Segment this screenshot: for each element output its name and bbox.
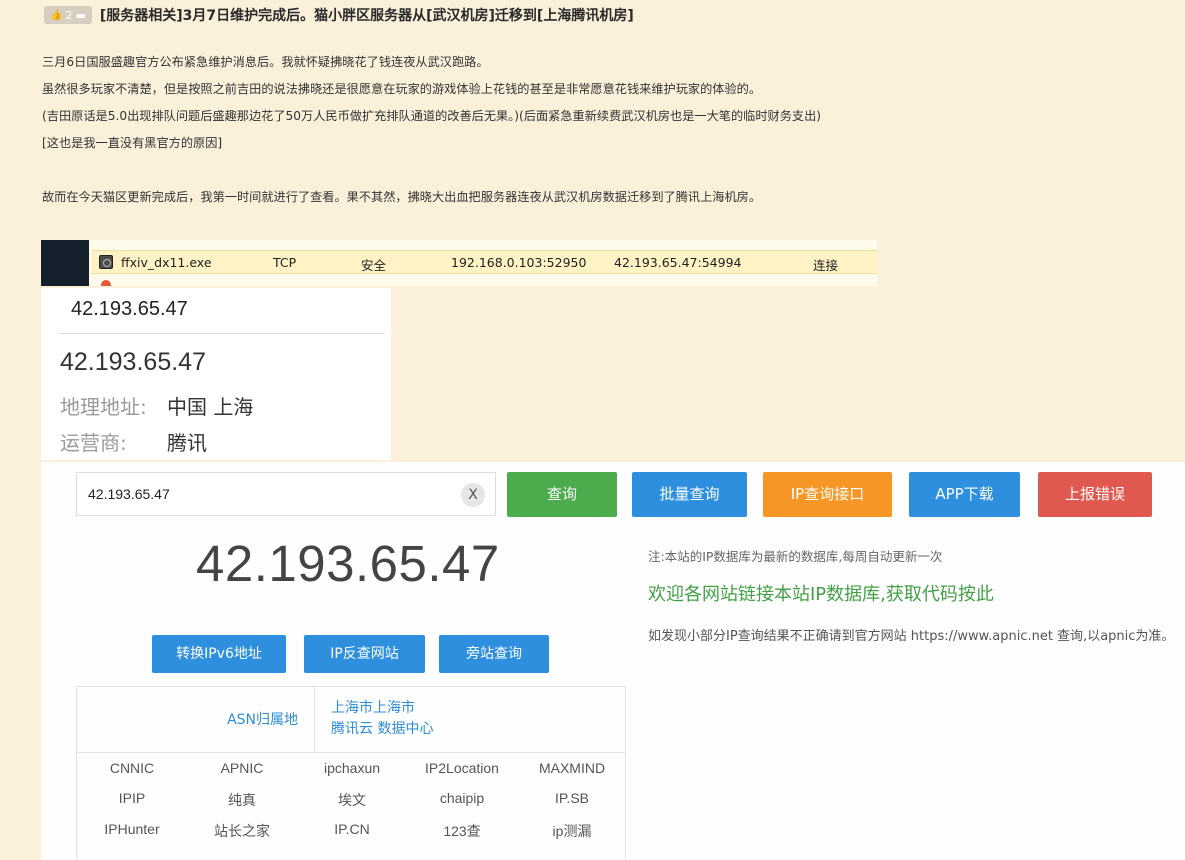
geo-value: 中国 上海 <box>167 395 254 419</box>
source-link[interactable]: 埃文 <box>297 790 407 810</box>
comment-icon: ▬ <box>75 8 86 22</box>
post-line: 三月6日国服盛趣官方公布紧急维护消息后。我就怀疑拂晓花了钱连夜从武汉跑路。 <box>42 55 489 69</box>
post-body: 三月6日国服盛趣官方公布紧急维护消息后。我就怀疑拂晓花了钱连夜从武汉跑路。 虽然… <box>42 52 821 214</box>
post-line: [这也是我一直没有黑官方的原因] <box>42 136 223 150</box>
asn-table: ASN归属地 上海市上海市 腾讯云 数据中心 CNNIC APNIC ipcha… <box>76 686 626 860</box>
source-link[interactable]: 123查 <box>407 821 517 841</box>
isp-row: 运营商: 腾讯 <box>60 427 207 456</box>
source-link[interactable]: IP2Location <box>407 760 517 776</box>
post-line: (吉田原话是5.0出现排队问题后盛趣那边花了50万人民币做扩充排队通道的改善后无… <box>42 109 822 123</box>
ip-lookup-input[interactable]: 42.193.65.47 <box>59 288 385 334</box>
source-link[interactable]: chaipip <box>407 790 517 806</box>
batch-query-button[interactable]: 批量查询 <box>632 472 747 517</box>
process-status-icon <box>101 280 111 286</box>
clear-icon[interactable]: X <box>461 483 485 507</box>
source-link[interactable]: CNNIC <box>77 760 187 776</box>
ip-api-button[interactable]: IP查询接口 <box>763 472 892 517</box>
source-link[interactable]: IPIP <box>77 790 187 806</box>
source-link[interactable]: 纯真 <box>187 790 297 810</box>
ip-lookup-result-ip: 42.193.65.47 <box>60 348 206 376</box>
source-link[interactable]: MAXMIND <box>517 760 627 776</box>
post-line: 虽然很多玩家不清楚，但是按照之前吉田的说法拂晓还是很愿意在玩家的游戏体验上花钱的… <box>42 82 762 96</box>
post-header: 👍 2 ▬ [服务器相关]3月7日维护完成后。猫小胖区服务器从[武汉机房]迁移到… <box>44 5 634 25</box>
query-button[interactable]: 查询 <box>507 472 617 517</box>
asn-label[interactable]: ASN归属地 <box>77 687 315 753</box>
source-link[interactable]: 站长之家 <box>187 821 297 841</box>
sibling-site-button[interactable]: 旁站查询 <box>439 635 549 673</box>
process-safety: 安全 <box>361 258 387 273</box>
process-monitor-screenshot: ffxiv_dx11.exe TCP 安全 192.168.0.103:5295… <box>41 240 877 286</box>
post-title: [服务器相关]3月7日维护完成后。猫小胖区服务器从[武汉机房]迁移到[上海腾讯机… <box>99 8 634 24</box>
asn-provider[interactable]: 腾讯云 数据中心 <box>331 719 433 740</box>
process-remote-address: 42.193.65.47:54994 <box>614 255 742 270</box>
source-link[interactable]: ip测漏 <box>517 821 627 841</box>
thumbs-up-icon: 👍 <box>50 9 63 21</box>
process-name: ffxiv_dx11.exe <box>121 255 212 270</box>
apnic-note: 如发现小部分IP查询结果不正确请到官方网站 https://www.apnic.… <box>648 629 1175 644</box>
asn-row: ASN归属地 上海市上海市 腾讯云 数据中心 <box>77 687 625 753</box>
reverse-ip-button[interactable]: IP反查网站 <box>304 635 425 673</box>
app-download-button[interactable]: APP下载 <box>909 472 1020 517</box>
asn-location[interactable]: 上海市上海市 <box>331 698 433 719</box>
source-link[interactable]: ipchaxun <box>297 760 407 776</box>
ip-query-site: 42.193.65.47 X 查询 批量查询 IP查询接口 APP下载 上报错误… <box>41 462 1185 860</box>
report-error-button[interactable]: 上报错误 <box>1038 472 1152 517</box>
game-exe-icon <box>99 255 113 269</box>
source-link[interactable]: IP.CN <box>297 821 407 837</box>
geo-row: 地理地址: 中国 上海 <box>60 391 253 420</box>
link-invite[interactable]: 欢迎各网站链接本站IP数据库,获取代码按此 <box>648 580 994 606</box>
ip-search-value: 42.193.65.47 <box>88 486 170 502</box>
convert-ipv6-button[interactable]: 转换IPv6地址 <box>152 635 286 673</box>
source-link[interactable]: IP.SB <box>517 790 627 806</box>
ip-lookup-card: 42.193.65.47 42.193.65.47 地理地址: 中国 上海 运营商… <box>41 288 391 460</box>
isp-label: 运营商: <box>60 431 127 455</box>
database-note: 注:本站的IP数据库为最新的数据库,每周自动更新一次 <box>648 549 943 564</box>
source-link[interactable]: APNIC <box>187 760 297 776</box>
isp-value: 腾讯 <box>167 431 207 455</box>
source-link[interactable]: IPHunter <box>77 821 187 837</box>
query-result-ip: 42.193.65.47 <box>196 535 500 592</box>
asn-value: 上海市上海市 腾讯云 数据中心 <box>331 698 433 740</box>
vote-count: 2 <box>65 8 73 22</box>
process-monitor-sidebar <box>41 240 89 286</box>
process-local-address: 192.168.0.103:52950 <box>451 255 587 270</box>
post-line: 故而在今天猫区更新完成后，我第一时间就进行了查看。果不其然，拂晓大出血把服务器连… <box>42 190 762 204</box>
upvote-badge[interactable]: 👍 2 ▬ <box>44 6 92 24</box>
geo-label: 地理地址: <box>60 395 147 419</box>
ip-search-input[interactable]: 42.193.65.47 X <box>76 472 496 516</box>
process-protocol: TCP <box>273 255 297 270</box>
process-state: 连接 <box>813 258 839 273</box>
